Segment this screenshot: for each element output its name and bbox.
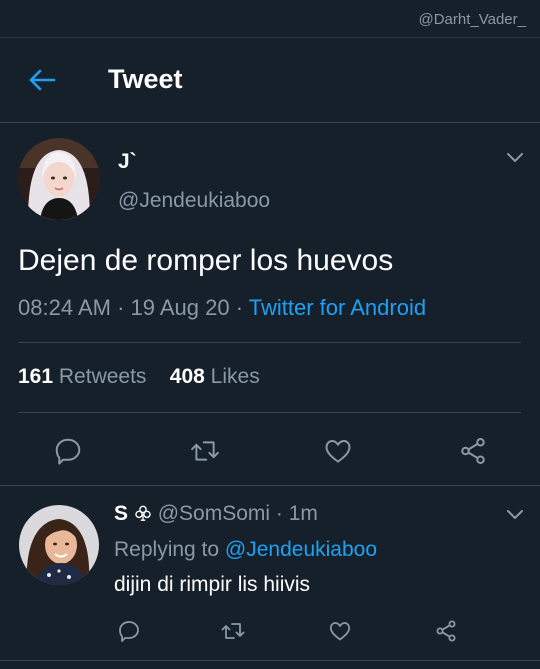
retweets-count: 161	[18, 365, 54, 388]
divider	[0, 660, 540, 661]
likes-label: Likes	[210, 365, 260, 388]
divider	[0, 485, 540, 486]
author-name[interactable]: J`	[118, 150, 137, 174]
replying-to: Replying to @Jendeukiaboo	[114, 538, 377, 562]
likes-count: 408	[169, 365, 205, 388]
tweet-time: 08:24 AM	[18, 295, 111, 320]
tweet-text: Dejen de romper los huevos	[18, 244, 394, 277]
tweet-source-link[interactable]: Twitter for Android	[249, 295, 426, 320]
reply-text: dijin di rimpir lis hiivis	[114, 573, 311, 596]
club-suit-icon	[135, 505, 151, 521]
like-icon[interactable]	[323, 436, 353, 466]
retweets-stat[interactable]: 161 Retweets	[18, 365, 146, 388]
reply-avatar[interactable]	[19, 505, 99, 585]
tweet-date: 19 Aug 20	[130, 295, 230, 320]
reply-time: 1m	[288, 502, 318, 525]
page-title: Tweet	[108, 64, 183, 94]
retweet-icon[interactable]	[220, 619, 246, 643]
divider	[18, 412, 521, 413]
comment-icon[interactable]	[53, 436, 83, 466]
avatar[interactable]	[18, 138, 100, 220]
back-arrow-icon[interactable]	[27, 67, 57, 93]
header-divider	[0, 122, 540, 123]
likes-stat[interactable]: 408 Likes	[170, 365, 260, 388]
divider	[18, 342, 521, 343]
share-icon[interactable]	[434, 619, 458, 643]
share-icon[interactable]	[458, 436, 488, 466]
chevron-down-icon[interactable]	[505, 508, 525, 522]
tweet-stats: 161 Retweets 408 Likes	[18, 365, 260, 389]
replying-to-label: Replying to	[114, 538, 220, 561]
chevron-down-icon[interactable]	[505, 151, 525, 165]
retweet-icon[interactable]	[189, 436, 221, 466]
retweets-label: Retweets	[58, 365, 147, 388]
reply-author-name[interactable]: S	[114, 502, 128, 525]
watermark: @Darht_Vader_	[418, 11, 526, 28]
reply-author-handle[interactable]: @SomSomi	[158, 502, 270, 525]
like-icon[interactable]	[328, 619, 352, 643]
reply-header: S @SomSomi · 1m	[114, 502, 318, 525]
tweet-meta: 08:24 AM · 19 Aug 20 · Twitter for Andro…	[18, 295, 427, 320]
top-app-bar: Tweet	[0, 38, 540, 122]
author-handle[interactable]: @Jendeukiaboo	[118, 189, 270, 213]
replying-to-handle[interactable]: @Jendeukiaboo	[225, 538, 377, 561]
comment-icon[interactable]	[117, 619, 141, 643]
